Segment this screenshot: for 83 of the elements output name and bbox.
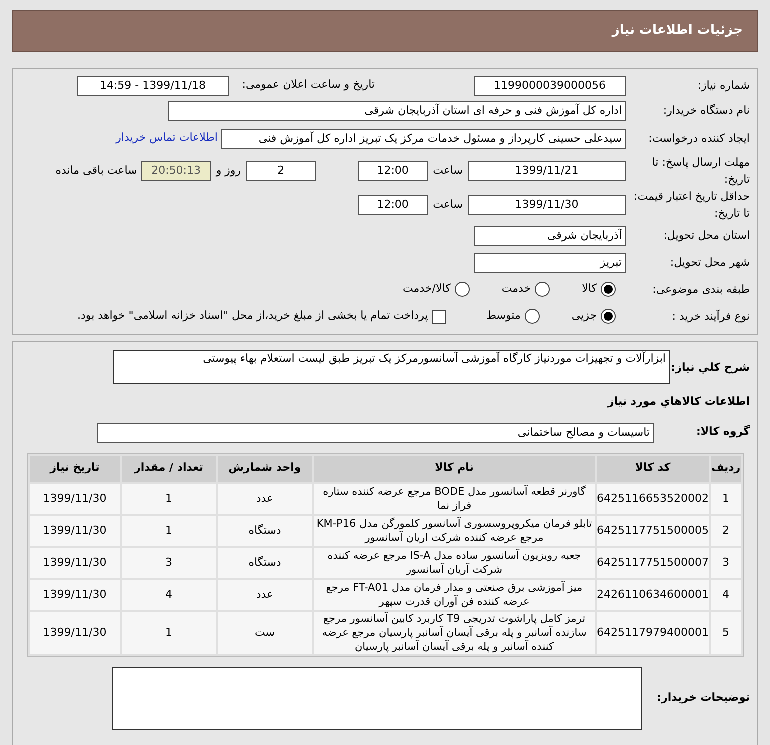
table-cell: 1 [122, 612, 216, 654]
radio-label: متوسط [486, 308, 521, 324]
radio-label: کالا [582, 281, 597, 298]
text-field[interactable]: 1399/11/18 - 14:59 [77, 76, 229, 96]
text-field[interactable]: تاسیسات و مصالح ساختمانی [97, 422, 654, 442]
text-field[interactable]: آذربایجان شرقی [474, 226, 626, 246]
text-field[interactable]: 12:00 [358, 195, 428, 215]
column-header: تاریخ نیاز [30, 456, 120, 482]
radio-label: خدمت [502, 281, 532, 298]
radio-button[interactable] [454, 282, 470, 297]
table-cell: 2426110634600001 [597, 580, 709, 610]
field-label: ایجاد کننده درخواست: [648, 131, 751, 148]
field-label: نام دستگاه خریدار: [662, 103, 751, 120]
time-label: ساعت [433, 196, 463, 213]
table-cell: جعبه رویزیون آسانسور ساده مدل IS-A مرجع عرضه کننده شرکت آریان آسانسور [314, 548, 595, 578]
table-cell: 6425116653520002 [597, 484, 709, 514]
table-cell: 6425117979400001 [597, 612, 709, 654]
text-field[interactable]: اداره کل آموزش فنی و حرفه ای استان آذربایجان شرقی [168, 100, 626, 121]
field-label: طبقه بندی موضوعی: [652, 282, 751, 298]
table-cell: 1 [122, 484, 216, 514]
column-header: ردیف [711, 456, 741, 482]
checkbox[interactable] [432, 310, 446, 324]
field-label: نوع فرآیند خرید : [671, 308, 751, 325]
field-label: مهلت ارسال پاسخ: تا تاریخ: [651, 155, 751, 188]
field-label: حداقل تاریخ اعتبار قیمت: تا تاریخ: [633, 189, 751, 222]
text-field[interactable]: تبریز [474, 252, 626, 272]
table-cell: گاورنر قطعه آسانسور مدل BODE مرجع عرضه کننده ستاره فراز نما [314, 484, 595, 514]
column-header: نام کالا [314, 456, 595, 482]
text-field[interactable]: 1199000039000056 [474, 76, 626, 96]
field-label: شهر محل تحویل: [669, 255, 751, 271]
text-field[interactable]: 2 [246, 161, 316, 181]
table-cell: 1399/11/30 [30, 548, 120, 578]
countdown-field[interactable]: 20:50:13 [141, 161, 212, 181]
column-header: کد کالا [597, 456, 709, 482]
radio-button[interactable] [601, 282, 616, 297]
radio-label: کالا/خدمت [403, 281, 451, 298]
column-header: تعداد / مقدار [122, 456, 216, 482]
radio-label: جزیی [572, 308, 597, 324]
table-cell: 1399/11/30 [30, 484, 120, 514]
time-label: ساعت [433, 162, 463, 179]
radio-button[interactable] [535, 282, 550, 297]
remaining-label: ساعت باقی مانده [56, 162, 138, 179]
table-cell: 3 [122, 548, 216, 578]
table-cell: ترمز کامل پاراشوت تدریجی T9 کاربرد کابین آسانسور مرجع سازنده آسانبر و پله برقی آیسان آسانبر پارسیان مرجع عرضه کننده آسانبر و پله برقی آیسان آسانبر پارسیان [314, 612, 595, 654]
table-cell: 1399/11/30 [30, 516, 120, 546]
table-cell: دستگاه [218, 548, 312, 578]
table-cell: عدد [218, 484, 312, 514]
text-field[interactable]: سیدعلی حسینی کارپرداز و مسئول خدمات مرکز یک تبریز اداره کل آموزش فنی [221, 128, 626, 149]
checkbox-label: پرداخت تمام یا بخشی از مبلغ خرید،از محل "اسناد خزانه اسلامی" خواهد بود. [78, 308, 428, 324]
field-label: تاریخ و ساعت اعلان عمومی: [241, 77, 376, 94]
field-label: استان محل تحویل: [662, 228, 751, 244]
table-cell: ست [218, 612, 312, 654]
field-label: گروه کالا: [695, 424, 751, 440]
description-field[interactable]: ابزارآلات و تجهیزات موردنیاز کارگاه آموزشی آسانسورمرکز یک تبریز طبق لیست استعلام بهاء پیوستی [113, 350, 670, 384]
table-cell: 1399/11/30 [30, 580, 120, 610]
field-label: شرح کلي نياز: [670, 360, 751, 376]
column-header: واحد شمارش [218, 456, 312, 482]
table-cell: میز آموزشی برق صنعتی و مدار فرمان مدل FT-A01 مرجع عرضه کننده فن آوران قدرت سپهر [314, 580, 595, 610]
text-field[interactable]: 12:00 [358, 161, 428, 181]
table-cell: 2 [711, 516, 741, 546]
section-title: اطلاعات کالاهاي مورد نياز [606, 394, 751, 410]
table-cell: 4 [122, 580, 216, 610]
table-cell: 1 [711, 484, 741, 514]
table-cell: 6425117751500007 [597, 548, 709, 578]
notes-field[interactable] [112, 666, 642, 730]
table-cell: 3 [711, 548, 741, 578]
table-cell: دستگاه [218, 516, 312, 546]
radio-button[interactable] [524, 309, 540, 324]
text-field[interactable]: 1399/11/30 [468, 195, 626, 215]
table-cell: 1399/11/30 [30, 612, 120, 654]
table-cell: 4 [711, 580, 741, 610]
field-label: شماره نیاز: [696, 78, 751, 94]
table-cell: تابلو فرمان میکروپروسسوری آسانسور کلمورگن مدل KM-P16 مرجع عرضه کننده شرکت اریان آسانسور [314, 516, 595, 546]
table-cell: عدد [218, 580, 312, 610]
table-cell: 1 [122, 516, 216, 546]
field-label: توضیحات خریدار: [656, 690, 751, 706]
text-field[interactable]: 1399/11/21 [468, 161, 626, 181]
days-label: روز و [216, 162, 242, 179]
table-cell: 5 [711, 612, 741, 654]
table-cell: 6425117751500005 [597, 516, 709, 546]
radio-button[interactable] [601, 309, 616, 324]
header-bar: جزئیات اطلاعات نیاز [12, 10, 758, 52]
contact-link[interactable]: اطلاعات تماس خریدار [116, 130, 218, 147]
